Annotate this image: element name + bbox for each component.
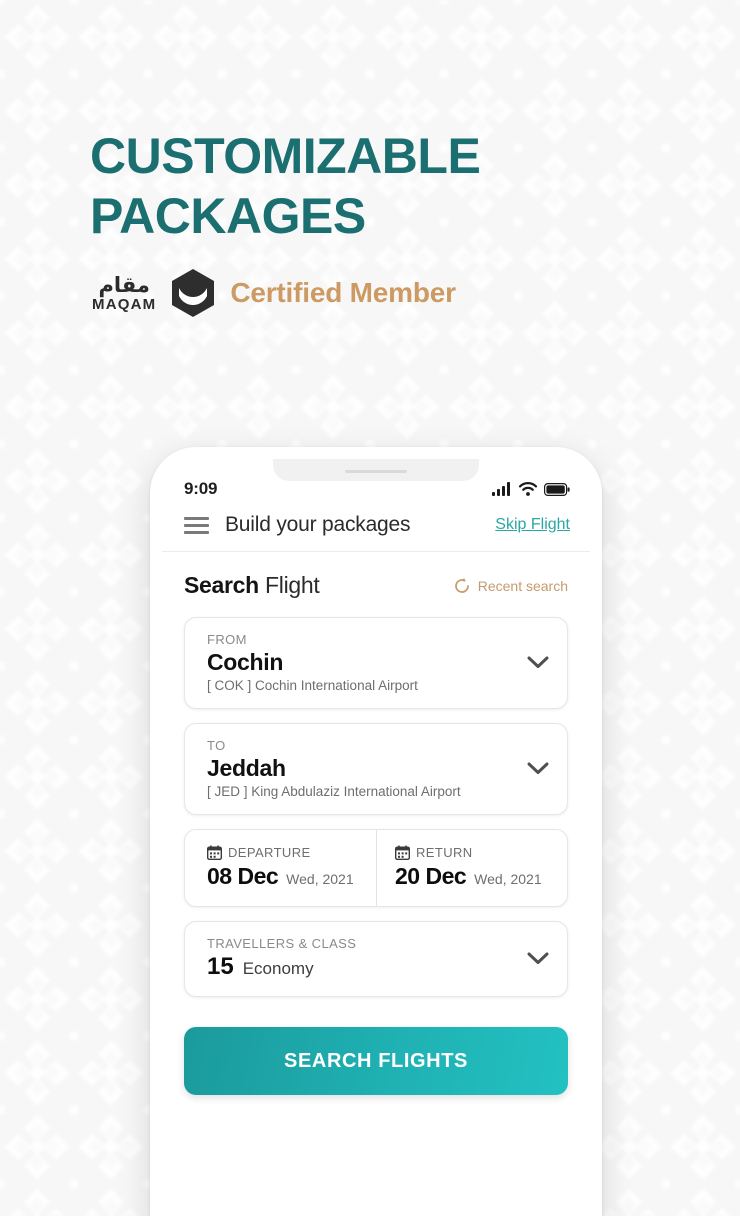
departure-weekday-year: Wed, 2021 <box>286 871 354 888</box>
phone-speaker-slot <box>345 470 407 473</box>
hamburger-menu-icon[interactable] <box>184 516 209 534</box>
calendar-icon <box>395 845 410 861</box>
chevron-down-icon[interactable] <box>527 952 549 965</box>
travellers-field-content: TRAVELLERS & CLASS 15 Economy <box>207 936 517 981</box>
departure-label: DEPARTURE <box>228 845 311 861</box>
calendar-icon <box>207 845 222 861</box>
return-date-field[interactable]: RETURN 20 Dec Wed, 2021 <box>376 830 567 907</box>
return-value-row: 20 Dec Wed, 2021 <box>395 863 557 890</box>
return-label-row: RETURN <box>395 845 557 860</box>
recent-search-button[interactable]: Recent search <box>453 577 568 595</box>
refresh-icon <box>454 577 469 593</box>
app-header: Build your packages Skip Flight <box>162 507 590 552</box>
header-title: Build your packages <box>225 513 411 536</box>
travellers-count: 15 <box>207 953 234 981</box>
skip-flight-link[interactable]: Skip Flight <box>495 516 570 534</box>
to-label: TO <box>207 738 226 754</box>
to-field[interactable]: TO Jeddah [ JED ] King Abdulaziz Interna… <box>184 723 568 816</box>
cellular-signal-icon <box>492 482 510 496</box>
departure-label-row: DEPARTURE <box>207 845 366 860</box>
from-label: FROM <box>207 632 247 647</box>
from-airport: [ COK ] Cochin International Airport <box>207 678 418 694</box>
chevron-down-icon[interactable] <box>527 762 549 775</box>
status-icons <box>492 482 570 496</box>
to-field-content: TO Jeddah [ JED ] King Abdulaziz Interna… <box>207 738 517 799</box>
recent-search-label: Recent search <box>477 577 568 594</box>
travellers-class-field[interactable]: TRAVELLERS & CLASS 15 Economy <box>184 921 568 998</box>
return-weekday-year: Wed, 2021 <box>474 871 542 888</box>
maqam-arabic-wordmark: مقام <box>98 272 150 297</box>
search-heading-rest: Flight <box>258 572 320 598</box>
chevron-down-icon[interactable] <box>527 656 549 669</box>
app-body: Search Flight Recent search FROM Cochin … <box>162 552 590 1096</box>
certified-member-badge: مقام MAQAM Certified Member <box>92 268 456 318</box>
wifi-icon <box>519 482 537 496</box>
battery-full-icon <box>544 482 570 496</box>
search-heading-bold: Search <box>184 572 259 598</box>
travellers-value-row: 15 Economy <box>207 953 517 981</box>
departure-value-row: 08 Dec Wed, 2021 <box>207 863 366 890</box>
from-field-content: FROM Cochin [ COK ] Cochin International… <box>207 632 517 693</box>
to-airport: [ JED ] King Abdulaziz International Air… <box>207 784 461 800</box>
departure-day-month: 08 Dec <box>207 863 279 890</box>
travellers-class: Economy <box>242 959 314 979</box>
maqam-hexagon-icon <box>172 269 215 317</box>
certified-member-label: Certified Member <box>230 277 456 308</box>
page-title: CUSTOMIZABLE PACKAGES <box>90 128 481 244</box>
return-day-month: 20 Dec <box>395 863 467 890</box>
phone-mockup: 9:09 Build your packages Skip Flight Sea… <box>150 447 602 1216</box>
from-field[interactable]: FROM Cochin [ COK ] Cochin International… <box>184 617 568 710</box>
to-value: Jeddah <box>207 755 286 782</box>
status-time: 9:09 <box>184 479 218 498</box>
maqam-logo: مقام MAQAM <box>92 272 157 313</box>
search-flight-heading: Search Flight <box>184 572 320 599</box>
travellers-label: TRAVELLERS & CLASS <box>207 936 357 952</box>
return-label: RETURN <box>416 845 473 861</box>
search-section-header: Search Flight Recent search <box>184 572 568 599</box>
from-value: Cochin <box>207 649 284 675</box>
phone-screen: 9:09 Build your packages Skip Flight Sea… <box>162 459 590 1216</box>
maqam-latin-wordmark: MAQAM <box>92 295 157 313</box>
dates-field: DEPARTURE 08 Dec Wed, 2021 RETURN 20 Dec… <box>184 829 568 908</box>
phone-notch <box>273 459 479 481</box>
departure-date-field[interactable]: DEPARTURE 08 Dec Wed, 2021 <box>185 830 376 906</box>
search-flights-button[interactable]: SEARCH FLIGHTS <box>184 1027 568 1096</box>
